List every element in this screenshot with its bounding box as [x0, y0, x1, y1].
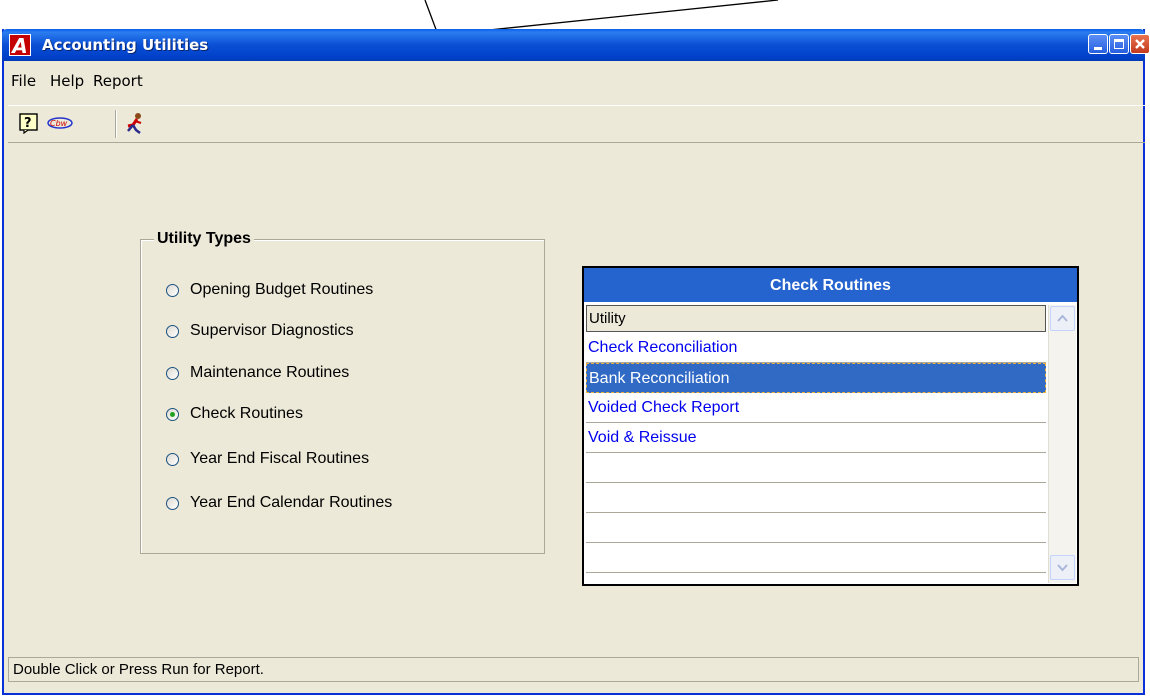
menu-bar: File Help Report [4, 72, 1143, 94]
status-bar: Double Click or Press Run for Report. [8, 657, 1139, 682]
radio-check-routines[interactable]: Check Routines [166, 404, 303, 424]
radio-label: Maintenance Routines [190, 364, 350, 381]
scroll-up-button[interactable] [1050, 306, 1075, 331]
radio-opening-budget-routines[interactable]: Opening Budget Routines [166, 280, 373, 300]
radio-label: Supervisor Diagnostics [190, 322, 354, 339]
radio-label: Year End Calendar Routines [190, 494, 393, 511]
chevron-up-icon [1057, 314, 1068, 322]
radio-year-end-calendar-routines[interactable]: Year End Calendar Routines [166, 493, 392, 513]
chevron-down-icon [1057, 564, 1068, 572]
help-icon: ? [19, 113, 38, 135]
list-item[interactable]: Void & Reissue [586, 423, 1046, 453]
radio-button[interactable] [166, 366, 179, 380]
app-icon: A [9, 34, 31, 57]
menu-file[interactable]: File [11, 72, 36, 90]
minimize-icon [1094, 47, 1102, 50]
list-item[interactable]: Voided Check Report [586, 393, 1046, 423]
logo-icon: Cbw [47, 117, 73, 129]
radio-button-selected[interactable] [166, 407, 179, 421]
minimize-button[interactable] [1088, 34, 1108, 54]
close-icon [1135, 39, 1145, 49]
help-button[interactable]: ? [18, 112, 40, 135]
svg-text:?: ? [24, 116, 32, 131]
maximize-icon [1114, 39, 1124, 49]
logo-button[interactable]: Cbw [46, 112, 74, 134]
list-item[interactable] [586, 453, 1046, 483]
routines-list: Check Reconciliation Bank Reconciliation… [586, 333, 1046, 573]
radio-supervisor-diagnostics[interactable]: Supervisor Diagnostics [166, 321, 354, 341]
radio-button[interactable] [166, 496, 179, 510]
toolbar: ? Cbw [8, 105, 1145, 143]
column-header-utility[interactable]: Utility [586, 305, 1046, 332]
radio-label: Year End Fiscal Routines [190, 450, 370, 467]
menu-help[interactable]: Help [50, 72, 84, 90]
list-item[interactable]: Check Reconciliation [586, 333, 1046, 363]
list-item-selected[interactable]: Bank Reconciliation [586, 363, 1046, 393]
toolbar-separator [115, 110, 117, 138]
radio-maintenance-routines[interactable]: Maintenance Routines [166, 363, 349, 383]
application-window: A Accounting Utilities File Help Report … [2, 29, 1150, 695]
list-item[interactable] [586, 483, 1046, 513]
scroll-down-button[interactable] [1050, 555, 1075, 580]
radio-label: Check Routines [190, 405, 303, 422]
window-title: Accounting Utilities [42, 36, 209, 54]
radio-button[interactable] [166, 283, 179, 297]
run-button[interactable] [124, 112, 146, 134]
menu-report[interactable]: Report [93, 72, 143, 90]
list-item[interactable] [586, 543, 1046, 573]
list-item[interactable] [586, 513, 1046, 543]
radio-label: Opening Budget Routines [190, 281, 374, 298]
radio-button[interactable] [166, 452, 179, 466]
radio-year-end-fiscal-routines[interactable]: Year End Fiscal Routines [166, 449, 369, 469]
run-icon [127, 113, 142, 134]
close-button[interactable] [1130, 34, 1150, 54]
utility-types-title: Utility Types [154, 230, 254, 248]
title-bar[interactable]: A Accounting Utilities [2, 29, 1150, 61]
vertical-scrollbar[interactable] [1048, 305, 1076, 583]
check-routines-panel: Check Routines Utility Check Reconciliat… [582, 266, 1079, 586]
maximize-button[interactable] [1109, 34, 1129, 54]
panel-title: Check Routines [584, 268, 1077, 302]
logo-text: Cbw [50, 119, 68, 128]
radio-button[interactable] [166, 324, 179, 338]
